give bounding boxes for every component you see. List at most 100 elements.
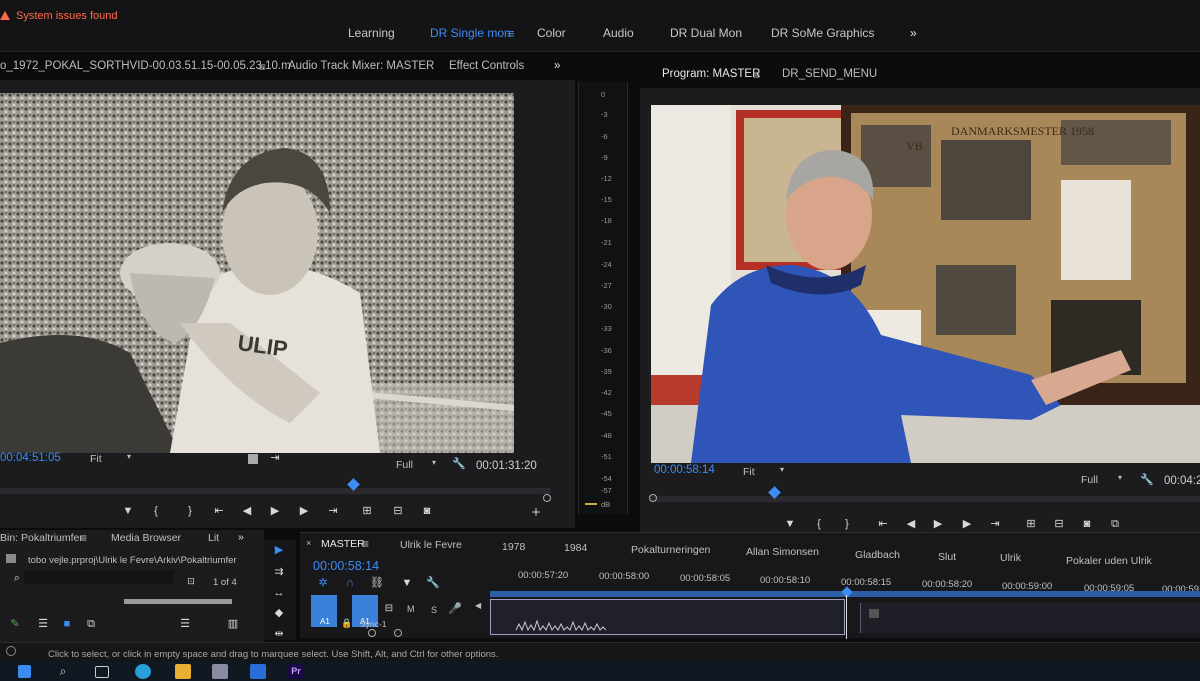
mark-in-icon[interactable]: {	[149, 505, 163, 517]
store-icon[interactable]	[212, 664, 228, 679]
tab-sequence-1984[interactable]: 1984	[564, 542, 587, 554]
pencil-icon[interactable]: ✎	[8, 618, 22, 630]
program-go-to-out-icon[interactable]: ⇥	[988, 518, 1002, 530]
go-to-in-icon[interactable]: ⇤	[212, 505, 226, 517]
tab-sequence-1978[interactable]: 1978	[502, 541, 525, 553]
sync-lock-icon[interactable]: ⊟	[382, 603, 396, 615]
play-icon[interactable]: ▶	[268, 505, 282, 517]
tab-dr-send-menu[interactable]: DR_SEND_MENU	[782, 68, 877, 80]
program-timecode[interactable]: 00:00:58:14	[654, 464, 715, 476]
task-view-icon[interactable]	[95, 666, 109, 678]
project-search-input[interactable]	[24, 570, 174, 584]
overwrite-icon[interactable]: ⊟	[391, 505, 405, 517]
track-height-handle-left[interactable]	[368, 629, 376, 637]
taskbar-search-icon[interactable]: ⌕	[55, 664, 71, 679]
mute-button[interactable]: M	[407, 604, 415, 614]
razor-tool-icon[interactable]: ◆	[272, 607, 286, 619]
track-collapse-icon[interactable]: ◀	[475, 601, 481, 610]
program-fit-select[interactable]: Fit	[743, 466, 755, 478]
selection-tool-icon[interactable]: ▶	[272, 544, 286, 556]
wrench-icon[interactable]: 🔧	[452, 458, 466, 470]
search-icon[interactable]: ⌕	[10, 572, 24, 584]
tab-media-browser[interactable]: Media Browser	[111, 532, 181, 544]
source-scrubber[interactable]	[0, 488, 550, 494]
sort-icon[interactable]: ☰	[178, 618, 192, 630]
workspace-menu-icon[interactable]: ≡	[507, 26, 515, 41]
workspace-dr-dual-mon[interactable]: DR Dual Mon	[670, 26, 742, 40]
step-back-icon[interactable]: ◀	[240, 505, 254, 517]
nest-icon[interactable]: ✲	[316, 577, 330, 589]
add-marker-icon[interactable]: ▼	[121, 505, 135, 517]
comparison-view-icon[interactable]: ⧉	[1108, 518, 1122, 530]
workspace-dr-single-mon[interactable]: DR Single mon	[430, 26, 511, 40]
tab-effect-controls[interactable]: Effect Controls	[449, 60, 524, 72]
mark-out-icon[interactable]: }	[183, 505, 197, 517]
premiere-pro-icon[interactable]: Pr	[288, 664, 304, 679]
slip-tool-icon[interactable]: ⇹	[272, 628, 286, 640]
program-fit-chevron-down-icon[interactable]: ▾	[780, 465, 784, 474]
track-height-handle-right[interactable]	[394, 629, 402, 637]
solo-button[interactable]: S	[431, 605, 437, 615]
tab-libraries[interactable]: Lit	[208, 532, 219, 544]
workspace-learning[interactable]: Learning	[348, 26, 395, 40]
source-timecode[interactable]: 00:04:51:05	[0, 452, 61, 464]
linked-selection-icon[interactable]: ⛓	[370, 577, 384, 589]
quality-chevron-down-icon[interactable]: ▾	[432, 458, 436, 467]
tab-sequence-ulrik[interactable]: Ulrik	[1000, 552, 1021, 564]
program-wrench-icon[interactable]: 🔧	[1140, 474, 1154, 486]
program-mark-in-icon[interactable]: {	[812, 518, 826, 530]
icon-view-icon[interactable]: ■	[60, 618, 74, 630]
lift-icon[interactable]: ⊞	[1024, 518, 1038, 530]
export-frame-camera-icon[interactable]: ◙	[420, 505, 434, 517]
program-play-icon[interactable]: ▶	[931, 518, 945, 530]
tab-sequence-ulrik-le-fevre[interactable]: Ulrik le Fevre	[400, 539, 462, 551]
automate-icon[interactable]: ▥	[226, 618, 240, 630]
audio-clip-next[interactable]	[860, 603, 1200, 633]
tab-sequence-slut[interactable]: Slut	[938, 551, 956, 563]
timeline-settings-wrench-icon[interactable]: 🔧	[426, 577, 440, 589]
program-quality-chevron-down-icon[interactable]: ▾	[1118, 473, 1122, 482]
source-video-frame[interactable]: ULIP	[0, 93, 514, 453]
program-step-back-icon[interactable]: ◀	[904, 518, 918, 530]
list-view-icon[interactable]: ☰	[36, 618, 50, 630]
workspace-color[interactable]: Color	[537, 26, 566, 40]
source-tab-menu-icon[interactable]: ≡	[259, 60, 266, 74]
tab-sequence-pokaler-uden-ulrik[interactable]: Pokaler uden Ulrik	[1066, 555, 1152, 567]
go-to-out-icon[interactable]: ⇥	[326, 505, 340, 517]
program-export-frame-camera-icon[interactable]: ◙	[1080, 518, 1094, 530]
tab-audio-track-mixer[interactable]: Audio Track Mixer: MASTER	[288, 60, 434, 72]
snap-magnet-icon[interactable]: ∩	[343, 577, 357, 589]
tab-bin-pokaltriumfer[interactable]: Bin: Pokaltriumfer	[0, 532, 83, 544]
edge-browser-icon[interactable]	[135, 664, 151, 679]
extract-icon[interactable]: ⊟	[1052, 518, 1066, 530]
track-select-tool-icon[interactable]: ⇉	[272, 566, 286, 578]
program-zoom-handle[interactable]	[649, 494, 657, 502]
program-video-frame[interactable]: DANMARKSMESTER 1958 VB	[651, 105, 1200, 463]
new-bin-icon[interactable]: ⊡	[184, 575, 198, 587]
timeline-add-marker-icon[interactable]: ▼	[400, 577, 414, 589]
program-tab-menu-icon[interactable]: ≡	[753, 68, 760, 82]
audio-clip[interactable]	[490, 599, 845, 635]
source-tabs-overflow-icon[interactable]: »	[554, 60, 560, 72]
workspace-audio[interactable]: Audio	[603, 26, 634, 40]
program-quality-select[interactable]: Full	[1081, 474, 1098, 486]
bin-tab-menu-icon[interactable]: ≡	[80, 531, 87, 545]
fit-chevron-down-icon[interactable]: ▾	[127, 452, 131, 461]
windows-grid-icon[interactable]	[250, 664, 266, 679]
workspace-dr-some-graphics[interactable]: DR SoMe Graphics	[771, 26, 874, 40]
project-tabs-overflow-icon[interactable]: »	[238, 531, 244, 543]
program-scrubber[interactable]	[650, 496, 1200, 502]
tab-sequence-master[interactable]: MASTER	[321, 538, 365, 550]
tab-sequence-pokalturneringen[interactable]: Pokalturneringen	[631, 544, 710, 556]
voiceover-mic-icon[interactable]: 🎤	[448, 603, 462, 615]
tab-source-clip[interactable]: o_1972_POKAL_SORTHVID-00.03.51.15-00.05.…	[0, 60, 291, 72]
tab-sequence-gladbach[interactable]: Gladbach	[855, 549, 900, 561]
tab-program-master[interactable]: Program: MASTER	[662, 68, 760, 80]
insert-icon[interactable]: ⊞	[360, 505, 374, 517]
close-sequence-icon[interactable]: ×	[306, 538, 311, 548]
timeline-timecode[interactable]: 00:00:58:14	[313, 559, 379, 573]
source-zoom-handle[interactable]	[543, 494, 551, 502]
program-mark-out-icon[interactable]: }	[840, 518, 854, 530]
ripple-edit-tool-icon[interactable]: ↔	[272, 587, 286, 599]
file-explorer-icon[interactable]	[175, 664, 191, 679]
